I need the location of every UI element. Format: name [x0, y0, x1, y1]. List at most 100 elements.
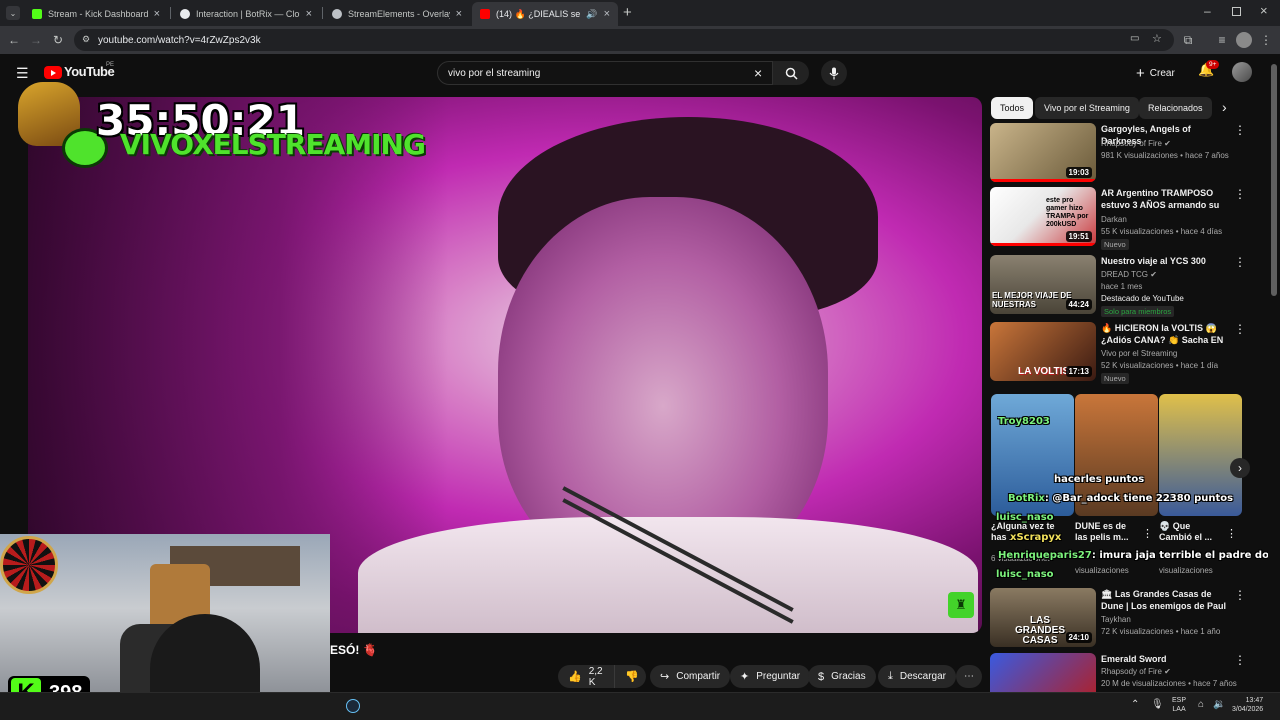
recommendation-item[interactable]: este pro gamer hizo TRAMPA por 200kUSD 1…	[990, 187, 1260, 250]
close-tab-icon[interactable]: ×	[604, 8, 610, 20]
video-subject-shirt	[358, 517, 978, 633]
recommendation-item[interactable]: 19:03 Gargoyles, Angels of Darkness Rhap…	[990, 123, 1260, 183]
clock-time: 13:47	[1245, 697, 1264, 704]
maximize-icon[interactable]	[1232, 7, 1241, 16]
address-bar-row: ← → ↻ ⚙ youtube.com/watch?v=4rZwZps2v3k …	[0, 26, 1280, 54]
tab-streamelements[interactable]: StreamElements - Overlays ×	[324, 2, 470, 26]
chip-related[interactable]: Relacionados	[1139, 97, 1212, 119]
close-tab-icon[interactable]: ×	[306, 8, 312, 20]
tab-youtube[interactable]: (14) 🔥 ¿DIEALIS se va a C... 🔊 ×	[472, 2, 618, 26]
channel-name[interactable]: Darkan	[1101, 215, 1127, 224]
channel-name[interactable]: DREAD TCG ✔	[1101, 270, 1157, 279]
youtube-logo-icon[interactable]	[44, 66, 62, 79]
cast-icon[interactable]: ▭	[1130, 33, 1139, 44]
share-button[interactable]: ↪ Compartir	[650, 665, 731, 688]
thanks-button[interactable]: $ Gracias	[808, 665, 876, 688]
more-vertical-icon[interactable]: ⋮	[1234, 322, 1246, 336]
profile-avatar[interactable]	[1236, 32, 1252, 48]
more-vertical-icon[interactable]: ⋮	[1234, 653, 1246, 667]
account-avatar[interactable]	[1232, 62, 1252, 82]
region-code: PE	[106, 62, 115, 68]
close-tab-icon[interactable]: ×	[154, 8, 160, 20]
site-info-icon[interactable]: ⚙	[82, 34, 90, 45]
channel-name[interactable]: Taykhan	[1101, 615, 1131, 624]
create-button[interactable]: + Crear	[1136, 62, 1175, 84]
more-actions-button[interactable]: ⋯	[956, 665, 982, 688]
chip-vivo-por-el-streaming[interactable]: Vivo por el Streaming	[1035, 97, 1139, 119]
video-thumbnail[interactable]: EL MEJOR VIAJE DE NUESTRAS 44:24	[990, 255, 1096, 314]
thumbnail-text: LAS GRANDES CASAS	[1014, 615, 1065, 646]
close-tab-icon[interactable]: ×	[456, 8, 462, 20]
volume-icon[interactable]: 🔉	[1213, 699, 1225, 710]
tab-kick-dashboard[interactable]: Stream - Kick Dashboard ×	[24, 2, 168, 26]
members-only-badge: Solo para miembros	[1101, 306, 1175, 317]
ask-button[interactable]: ✦ Preguntar	[730, 665, 811, 688]
more-vertical-icon[interactable]: ⋮	[1234, 187, 1246, 201]
reload-icon[interactable]: ↻	[50, 32, 66, 48]
video-thumbnail[interactable]: este pro gamer hizo TRAMPA por 200kUSD 1…	[990, 187, 1096, 246]
more-vertical-icon[interactable]: ⋮	[1234, 255, 1246, 269]
more-vertical-icon[interactable]: ⋮	[1234, 588, 1246, 602]
video-title: Nuestro viaje al YCS 300	[1101, 256, 1206, 266]
new-tab-button[interactable]: +	[623, 4, 632, 21]
recommendation-item[interactable]: Emerald Sword Rhapsody of Fire ✔ 20 M de…	[990, 653, 1260, 692]
more-vertical-icon[interactable]: ⋮	[1226, 527, 1237, 540]
search-button[interactable]	[773, 61, 809, 85]
channel-name[interactable]: Rhapsody of Fire ✔	[1101, 667, 1171, 676]
media-control-icon[interactable]: ≡	[1214, 32, 1230, 48]
verified-check-icon: ✔	[1150, 270, 1157, 279]
video-duration: 19:51	[1065, 231, 1092, 242]
extensions-icon[interactable]: ⧉	[1180, 32, 1196, 48]
chevron-right-icon[interactable]: ›	[1222, 99, 1227, 115]
windows-taskbar	[0, 692, 1280, 720]
tray-chevron-up-icon[interactable]: ⌃	[1131, 699, 1139, 710]
youtube-favicon-icon	[480, 9, 490, 19]
youtube-header: ☰ YouTube PE vivo por el streaming × + C…	[0, 54, 1268, 92]
new-badge: Nuevo	[1101, 239, 1129, 250]
recommendation-item[interactable]: EL MEJOR VIAJE DE NUESTRAS 44:24 Nuestro…	[990, 255, 1260, 317]
scrollbar-thumb[interactable]	[1271, 64, 1277, 296]
download-button[interactable]: ⤓ Descargar	[878, 665, 957, 688]
more-vertical-icon[interactable]: ⋮	[1142, 527, 1153, 540]
more-vertical-icon[interactable]: ⋮	[1234, 123, 1246, 137]
download-label: Descargar	[899, 671, 947, 682]
network-icon[interactable]: ⌂	[1198, 699, 1204, 710]
clear-search-icon[interactable]: ×	[754, 65, 762, 81]
video-thumbnail[interactable]: LA VOLTIS 17:13	[990, 322, 1096, 381]
channel-watermark-icon[interactable]: ♜	[948, 592, 974, 618]
minimize-icon[interactable]: –	[1204, 4, 1211, 18]
url-field[interactable]: ⚙ youtube.com/watch?v=4rZwZps2v3k ▭ ☆	[74, 29, 1174, 51]
video-thumbnail[interactable]	[990, 653, 1096, 692]
video-meta: 20 M de visualizaciones • hace 7 años	[1101, 679, 1237, 688]
recommendation-item[interactable]: LA VOLTIS 17:13 🔥 HICIERON la VOLTIS 😱 ¿…	[990, 322, 1260, 384]
tab-search-icon[interactable]: ⌄	[6, 6, 20, 20]
recommendation-item[interactable]: LAS GRANDES CASAS 24:10 🏛 Las Grandes Ca…	[990, 588, 1260, 648]
like-button[interactable]: 👍 2,2 K	[558, 665, 614, 688]
forward-arrow-icon[interactable]: →	[28, 32, 44, 48]
tab-botrix[interactable]: Interaction | BotRix — Cloud St ×	[172, 2, 320, 26]
search-input[interactable]: vivo por el streaming ×	[437, 61, 773, 85]
video-thumbnail[interactable]: 19:03	[990, 123, 1096, 182]
dislike-button[interactable]: 👎	[614, 665, 646, 688]
back-arrow-icon[interactable]: ←	[6, 32, 22, 48]
hamburger-menu-icon[interactable]: ☰	[16, 65, 29, 82]
browser-menu-icon[interactable]: ⋮	[1258, 32, 1274, 48]
search-icon	[785, 67, 798, 80]
tray-mic-icon[interactable]: 🎙	[1151, 699, 1164, 710]
close-window-icon[interactable]: ×	[1260, 3, 1268, 18]
shorts-next-button[interactable]: ›	[1230, 458, 1250, 478]
video-title: 🔥 HICIERON la VOLTIS 😱 ¿Adiós CANA? 👏 Sa…	[1101, 323, 1224, 345]
bookmark-star-icon[interactable]: ☆	[1152, 32, 1162, 45]
video-thumbnail[interactable]: LAS GRANDES CASAS 24:10	[990, 588, 1096, 647]
speaker-icon[interactable]: 🔊	[586, 9, 597, 20]
steam-icon[interactable]	[346, 699, 360, 713]
channel-name[interactable]: Vivo por el Streaming	[1101, 349, 1177, 358]
channel-name[interactable]: Rhapsody of Fire ✔	[1101, 139, 1171, 148]
clock[interactable]: 13:47 3/04/2026	[1232, 696, 1263, 714]
brand-overlay-text: VIVOXELSTREAMING	[120, 128, 426, 161]
video-meta: 72 K visualizaciones • hace 1 año	[1101, 627, 1221, 636]
chip-all[interactable]: Todos	[991, 97, 1034, 119]
keyboard-layout-indicator[interactable]: ESP LAA	[1172, 696, 1186, 714]
ask-label: Preguntar	[756, 671, 801, 682]
voice-search-button[interactable]	[821, 60, 847, 86]
